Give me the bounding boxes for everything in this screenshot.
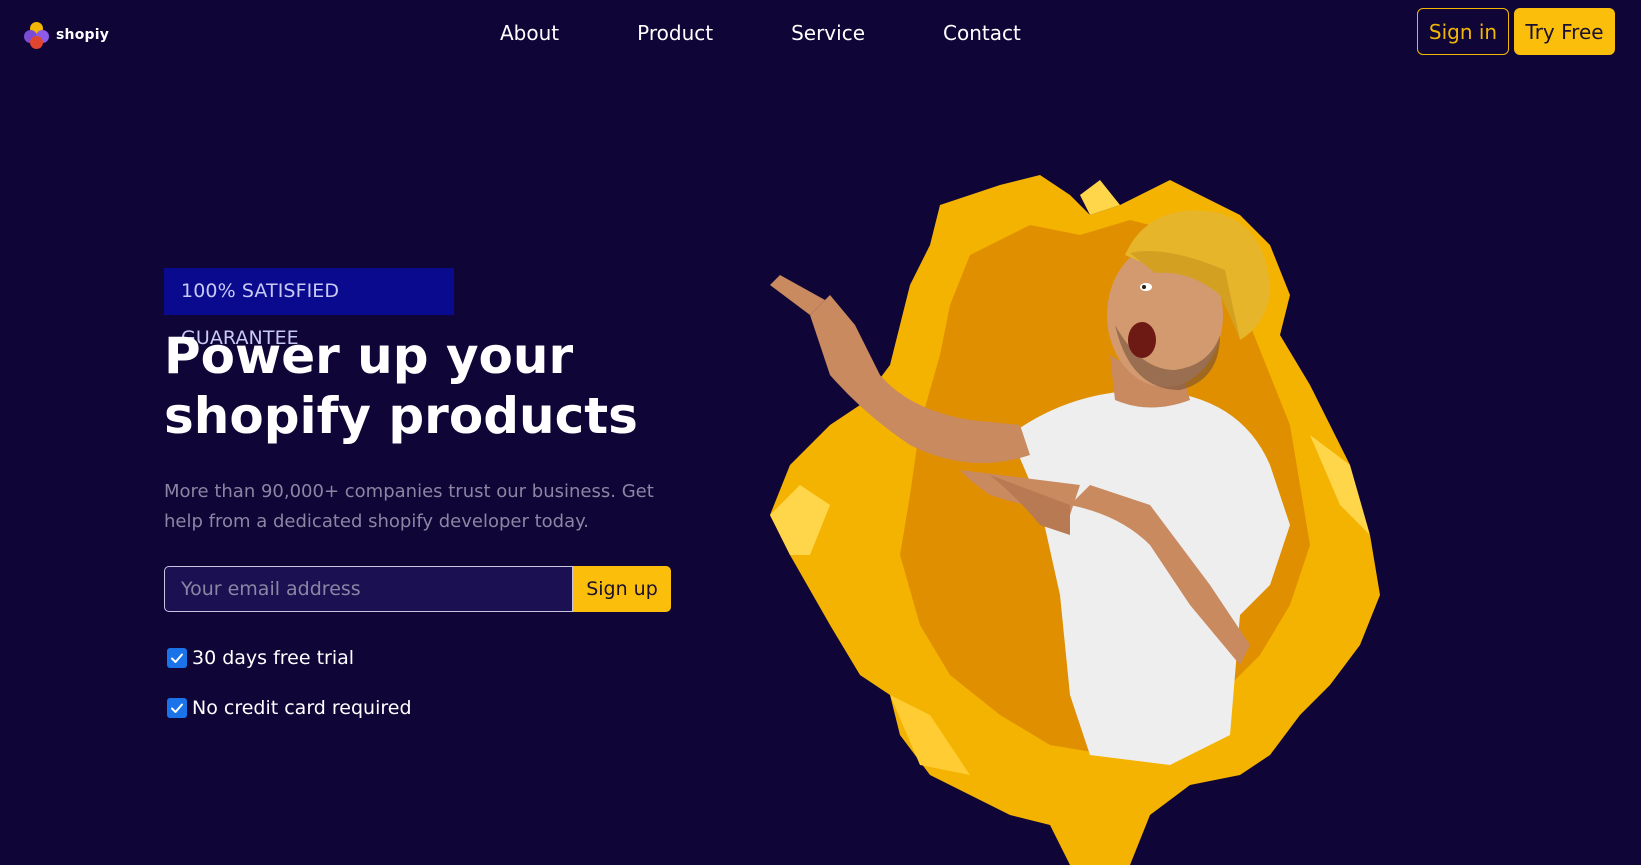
- logo-text: shopiy: [56, 27, 110, 43]
- sign-up-button[interactable]: Sign up: [573, 566, 671, 612]
- nav-service[interactable]: Service: [791, 18, 865, 48]
- logo-icon: [24, 22, 50, 49]
- hero-illustration: [770, 175, 1380, 865]
- checkmark-icon[interactable]: [167, 698, 187, 718]
- feature-label: 30 days free trial: [192, 647, 355, 669]
- guarantee-badge: 100% SATISFIED GUARANTEE: [164, 268, 454, 349]
- nav-about[interactable]: About: [500, 18, 559, 48]
- email-input[interactable]: [164, 566, 573, 612]
- headline-line-1: Power up your: [164, 327, 574, 385]
- main-nav: About Product Service Contact: [500, 18, 1021, 48]
- feature-free-trial: 30 days free trial: [167, 646, 354, 670]
- feature-no-credit-card: No credit card required: [167, 696, 412, 720]
- hero-subtext: More than 90,000+ companies trust our bu…: [164, 481, 654, 532]
- logo[interactable]: shopiy: [24, 22, 110, 49]
- hero-headline: Power up your shopify products: [164, 326, 684, 446]
- try-free-button[interactable]: Try Free: [1514, 8, 1615, 55]
- nav-contact[interactable]: Contact: [943, 18, 1021, 48]
- checkmark-icon[interactable]: [167, 648, 187, 668]
- feature-label: No credit card required: [192, 697, 412, 719]
- nav-product[interactable]: Product: [637, 18, 713, 48]
- headline-line-2: shopify products: [164, 387, 638, 445]
- site-header: shopiy About Product Service Contact Sig…: [0, 0, 1641, 66]
- sign-in-button[interactable]: Sign in: [1417, 8, 1509, 55]
- signup-form: Sign up: [164, 566, 671, 612]
